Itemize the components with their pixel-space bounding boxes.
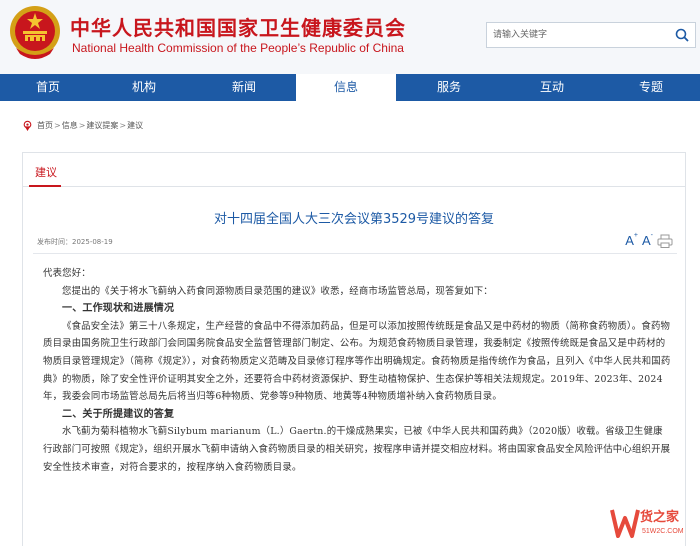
article-body: 代表您好： 您提出的《关于将水飞蓟纳入药食同源物质目录范围的建议》收悉，经商市场… [43, 265, 671, 476]
breadcrumb-separator: > [119, 121, 127, 130]
breadcrumb-home[interactable]: 首页 [37, 120, 53, 131]
watermark-logo: 货之家 51W2C.COM [610, 502, 692, 544]
main-nav: 首页 机构 新闻 信息 服务 互动 专题 [0, 74, 700, 101]
print-icon[interactable] [657, 234, 673, 248]
watermark-w-icon [610, 509, 640, 538]
watermark-text: 货之家 [640, 510, 680, 525]
nav-item-topics[interactable]: 专题 [602, 74, 700, 101]
nav-item-information[interactable]: 信息 [296, 74, 396, 101]
publish-date-value: 2025-08-19 [72, 238, 113, 246]
publish-date-label: 发布时间： [37, 238, 72, 246]
breadcrumb-proposals[interactable]: 建议提案 [86, 120, 118, 131]
breadcrumb-suggestion[interactable]: 建议 [127, 120, 143, 131]
section-heading-1: 一、工作现状和进展情况 [62, 303, 175, 315]
site-subtitle: National Health Commission of the People… [72, 41, 404, 55]
panel-tabbar: 建议 [23, 153, 685, 187]
home-icon [23, 120, 32, 131]
search-box [486, 22, 696, 48]
paragraph-1: 《食品安全法》第三十八条规定，生产经营的食品中不得添加药品，但是可以添加按照传统… [43, 320, 671, 403]
font-decrease-sign: - [650, 231, 653, 239]
nav-item-institutions[interactable]: 机构 [96, 74, 192, 101]
breadcrumb-separator: > [54, 121, 61, 130]
search-icon[interactable] [671, 24, 693, 46]
breadcrumb-separator: > [78, 121, 86, 130]
national-emblem-icon[interactable] [8, 4, 62, 62]
intro-paragraph: 您提出的《关于将水飞蓟纳入药食同源物质目录范围的建议》收悉，经商市场监管总局，现… [62, 285, 493, 297]
article-title: 对十四届全国人大三次会议第3529号建议的答复 [213, 212, 495, 227]
nav-item-home[interactable]: 首页 [0, 74, 96, 101]
font-increase-button[interactable]: A+ [625, 231, 638, 248]
nav-item-services[interactable]: 服务 [396, 74, 502, 101]
tab-underline [29, 185, 61, 187]
font-increase-sign: + [633, 231, 638, 239]
breadcrumb-information[interactable]: 信息 [62, 120, 78, 131]
article-panel: 建议 对十四届全国人大三次会议第3529号建议的答复 发布时间：2025-08-… [22, 152, 686, 546]
publish-date: 发布时间：2025-08-19 [37, 237, 113, 247]
nav-item-news[interactable]: 新闻 [192, 74, 296, 101]
nav-item-interaction[interactable]: 互动 [502, 74, 602, 101]
section-heading-2: 二、关于所提建议的答复 [62, 408, 175, 420]
watermark-subtext: 51W2C.COM [642, 528, 684, 535]
divider [33, 253, 677, 254]
search-input[interactable] [487, 23, 671, 47]
tab-suggestion[interactable]: 建议 [35, 164, 57, 180]
article-tools: A+ A- [625, 231, 673, 248]
paragraph-2: 水飞蓟为菊科植物水飞蓟Silybum marianum（L.）Gaertn.的干… [43, 426, 671, 473]
breadcrumb: 首页 > 信息 > 建议提案 > 建议 [22, 120, 143, 131]
font-decrease-letter: A [641, 233, 651, 248]
site-title[interactable]: 中华人民共和国国家卫生健康委员会 [70, 12, 406, 41]
font-decrease-button[interactable]: A- [641, 231, 653, 248]
font-increase-letter: A [625, 233, 634, 248]
site-header: 中华人民共和国国家卫生健康委员会 National Health Commiss… [0, 0, 700, 74]
greeting: 代表您好： [43, 268, 91, 279]
